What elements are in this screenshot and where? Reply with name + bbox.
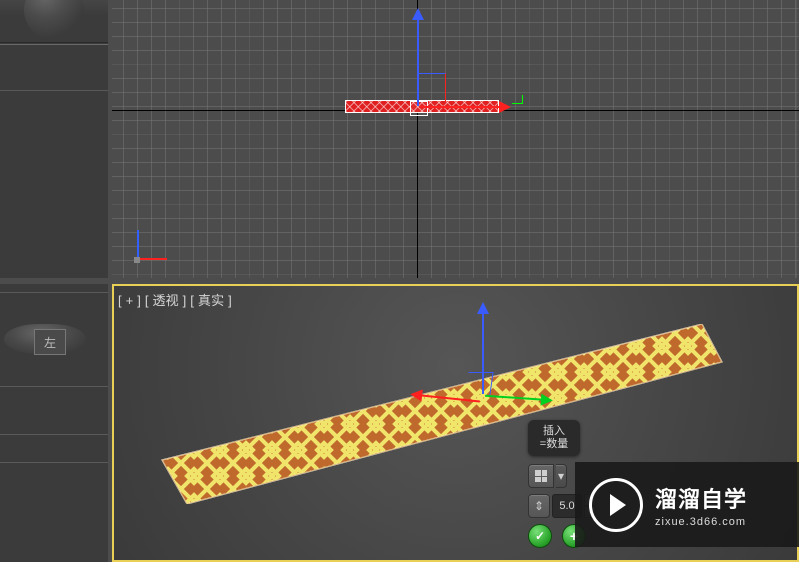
gizmo-x-axis[interactable] (419, 106, 509, 108)
world-axis-x (137, 258, 167, 260)
top-left-panel (0, 0, 108, 278)
gizmo-plane-handle[interactable] (465, 372, 493, 395)
selection-outline (410, 101, 428, 116)
spinner-drag-handle[interactable]: ⇕ (528, 494, 550, 518)
world-axis-origin (134, 257, 140, 263)
top-viewport[interactable] (112, 0, 799, 278)
watermark-title: 溜溜自学 (655, 482, 747, 514)
grid-mode-dropdown[interactable]: ▾ (556, 464, 567, 488)
check-icon: ✓ (535, 529, 545, 543)
divider (0, 292, 108, 293)
chevron-down-icon: ▾ (558, 469, 564, 483)
grid-mode-button[interactable] (528, 464, 554, 488)
tooltip-line2: =数量 (540, 438, 568, 451)
app-root: 左 [ + ] [ 透视 ] [ 真实 ] 插入 =数量 (0, 0, 799, 562)
material-preview-sphere[interactable] (24, 0, 84, 40)
gizmo-plane-handle[interactable] (417, 73, 446, 102)
divider (0, 386, 108, 387)
grid-background (112, 0, 799, 278)
divider (0, 462, 108, 463)
play-icon (589, 478, 643, 532)
gizmo-z-axis-tick (512, 95, 523, 104)
grid-icon (535, 470, 547, 482)
watermark-overlay: 溜溜自学 zixue.3d66.com (575, 462, 799, 547)
watermark-subtitle: zixue.3d66.com (655, 516, 747, 528)
gizmo-y-axis[interactable] (417, 10, 419, 106)
world-axis-tripod (134, 223, 174, 263)
viewcube-face[interactable]: 左 (34, 329, 66, 355)
tooltip-line1: 插入 (543, 425, 565, 438)
bottom-left-panel: 左 (0, 284, 108, 562)
divider (0, 44, 108, 45)
divider (0, 434, 108, 435)
updown-icon: ⇕ (534, 499, 544, 513)
viewport-label[interactable]: [ + ] [ 透视 ] [ 真实 ] (118, 290, 232, 309)
gizmo-z-axis[interactable] (482, 304, 484, 394)
confirm-button[interactable]: ✓ (528, 524, 552, 548)
world-axis-y (137, 230, 139, 260)
tooltip: 插入 =数量 (528, 420, 580, 456)
watermark-text: 溜溜自学 zixue.3d66.com (655, 482, 747, 528)
divider (0, 42, 108, 43)
divider (0, 90, 108, 91)
